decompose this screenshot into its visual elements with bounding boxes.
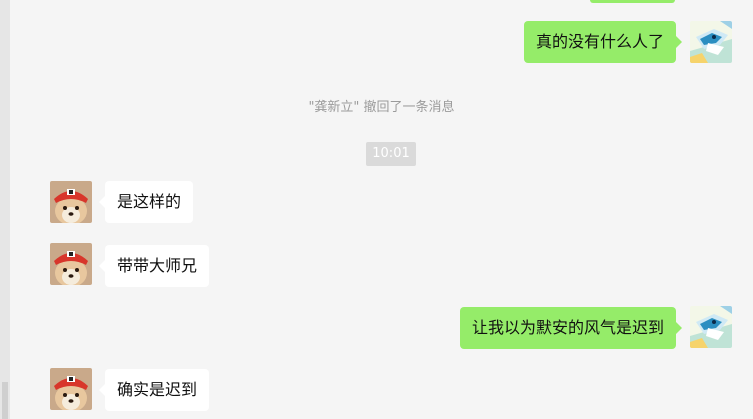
peer-avatar[interactable] [50,368,92,410]
sent-message-bubble[interactable]: 让我以为默安的风气是迟到 [459,307,683,349]
received-message-bubble[interactable]: 带带大师兄 [98,245,210,287]
received-message-bubble[interactable]: 确实是迟到 [98,369,210,411]
anime-pokemon-avatar-icon [690,21,732,63]
chat-message-area: 真的没有什么人了 "龚新立" 撤回了一条消息 10:01 是这样的 带带大师兄 … [10,0,753,419]
scrollbar-thumb[interactable] [2,382,8,419]
my-avatar[interactable] [690,21,732,63]
sidebar-edge [0,0,10,419]
sent-message-bubble[interactable]: 真的没有什么人了 [523,21,683,63]
shiba-dog-red-hat-avatar-icon [50,368,92,410]
received-message-bubble[interactable]: 是这样的 [98,181,194,223]
anime-pokemon-avatar-icon [690,306,732,348]
peer-avatar[interactable] [50,243,92,285]
shiba-dog-red-hat-avatar-icon [50,243,92,285]
message-timestamp: 10:01 [366,142,416,166]
peer-avatar[interactable] [50,181,92,223]
recall-notice: "龚新立" 撤回了一条消息 [308,100,455,115]
my-avatar[interactable] [690,306,732,348]
partial-sent-bubble [590,0,675,3]
shiba-dog-red-hat-avatar-icon [50,181,92,223]
